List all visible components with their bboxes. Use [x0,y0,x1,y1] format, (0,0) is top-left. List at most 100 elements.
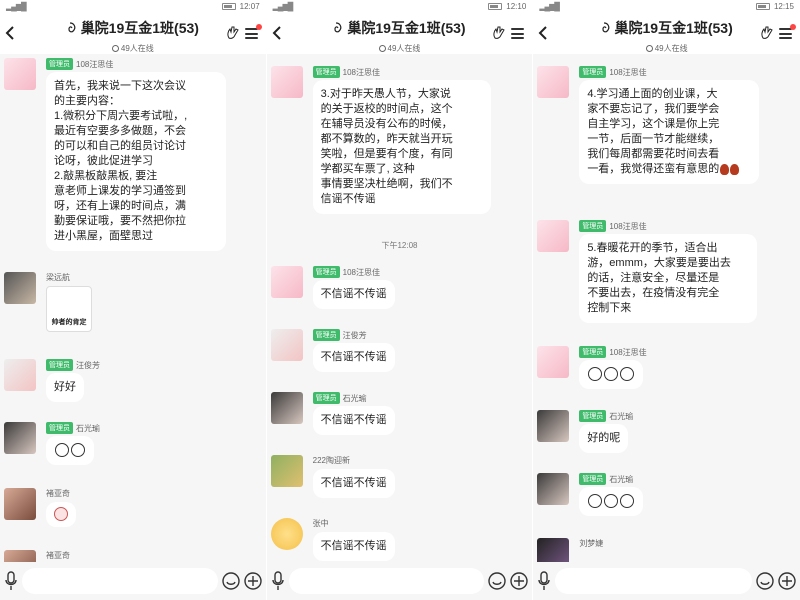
online-count: 49人在线 [378,43,420,54]
avatar[interactable] [537,538,570,562]
sender-name: 汪俊芳 [342,330,367,340]
sender-name: 108汪思佳 [609,221,647,231]
sticker-bubble[interactable] [46,502,76,527]
notification-dot [255,24,262,30]
online-icon [645,45,653,52]
online-icon [111,45,119,52]
message-bubble[interactable]: 不信谣不传谣 [312,343,395,372]
sender-name: 石光瑜 [342,393,367,403]
status-bar: ▂▄▆█ 12:10 [266,0,533,12]
avatar[interactable] [270,329,303,361]
signal-icon: ▂▄▆█ [6,1,27,11]
message-bubble[interactable]: 好好 [46,373,84,402]
sender-name: 褚亚奇 [46,551,70,560]
smile-sticker-icon [55,443,69,458]
avatar[interactable] [4,550,36,562]
message-bubble[interactable]: 4.学习通上面的创业课，大 家不要忘记了，我们要学会 自主学习，这个课是你上完 … [579,80,760,184]
status-time: 12:07 [239,1,260,11]
avatar[interactable] [4,488,36,520]
menu-icon[interactable] [244,28,258,39]
sender-name: 梁远航 [46,273,70,282]
admin-badge: 管理员 [579,220,607,232]
admin-badge: 管理员 [312,392,340,404]
avatar[interactable] [537,66,570,98]
group-title[interactable]: 巢院19互金1班(53) [67,18,199,38]
emoji-icon[interactable] [488,572,507,590]
message-input[interactable] [288,568,485,594]
microphone-icon[interactable] [537,571,551,591]
group-title[interactable]: 巢院19互金1班(53) [601,18,733,38]
sticker-bubble[interactable] [579,360,644,389]
sender-name: 张中 [312,519,329,528]
hand-icon[interactable] [226,26,240,40]
sender-name: 褚亚奇 [46,489,70,498]
sender-name: 汪俊芳 [76,360,100,370]
group-title-text: 巢院19互金1班(53) [80,20,199,36]
smile-sticker-icon [604,367,619,382]
group-title[interactable]: 巢院19互金1班(53) [333,18,466,38]
admin-badge: 管理员 [579,410,607,422]
message-bubble[interactable]: 3.对于昨天愚人节，大家说 的关于返校的时间点，这个 在辅导员没有公布的时候， … [312,80,491,214]
group-icon [68,22,76,33]
chat-panel-3: ▂▄▆█ 12:15 巢院19互金1班(53) 49人在线 管理员108汪思佳 [533,0,800,600]
avatar[interactable] [270,392,303,424]
emoji-icon[interactable] [221,572,240,590]
chat-header: 巢院19互金1班(53) 49人在线 [266,12,533,54]
menu-icon[interactable] [778,28,792,39]
input-bar [266,562,533,600]
message-input[interactable] [555,568,752,594]
screenshot-collage: ▂▄▆█ 12:07 巢院19互金1班(53) 49人在线 管理员108汪思佳 [0,0,800,600]
avatar[interactable] [270,266,303,298]
chat-panel-1: ▂▄▆█ 12:07 巢院19互金1班(53) 49人在线 管理员108汪思佳 [0,0,267,600]
hand-icon[interactable] [492,26,506,40]
avatar[interactable] [4,272,36,304]
status-bar: ▂▄▆█ 12:15 [533,0,800,12]
status-time: 12:15 [773,1,794,11]
message-bubble[interactable]: 5.春暖花开的季节，适合出 游，emmm，大家要是要出去 的话，注意安全，尽量还… [579,234,758,323]
sticker-bubble[interactable] [46,436,94,465]
message-bubble[interactable]: 好的呢 [579,424,629,453]
sticker-image[interactable]: 帅者的肯定 [46,286,92,332]
avatar[interactable] [270,66,303,98]
avatar[interactable] [537,220,570,252]
add-icon[interactable] [778,572,796,590]
crying-sticker-icon [54,507,68,522]
avatar[interactable] [4,422,36,454]
message-list[interactable]: 管理员 108汪思佳 4.学习通上面的创业课，大 家不要忘记了，我们要学会 自主学… [533,54,800,562]
avatar[interactable] [537,410,570,442]
microphone-icon[interactable] [271,571,285,591]
avatar[interactable] [537,473,570,505]
avatar[interactable] [270,455,303,487]
status-bar: ▂▄▆█ 12:07 [0,0,266,12]
avatar[interactable] [4,359,36,391]
admin-badge: 管理员 [46,422,73,434]
message-bubble[interactable]: 首先，我来说一下这次会议 的主要内容： 1.微积分下周六要考试啦，, 最近有空要… [46,72,226,251]
microphone-icon[interactable] [4,571,18,591]
message-bubble[interactable]: 不信谣不传谣 [312,280,395,309]
message-bubble[interactable]: 不信谣不传谣 [312,532,395,561]
emoji-icon[interactable] [756,572,774,590]
admin-badge: 管理员 [579,66,607,78]
chat-panel-2: ▂▄▆█ 12:10 巢院19互金1班(53) 49人在线 管理员 108汪思佳 … [266,0,534,600]
avatar[interactable] [537,346,570,378]
smile-sticker-icon [620,494,635,509]
menu-icon[interactable] [511,28,525,39]
message-input[interactable] [22,568,218,594]
add-icon[interactable] [243,572,262,590]
time-separator: 下午12:08 [381,241,418,250]
input-bar [0,562,266,600]
message-list[interactable]: 管理员 108汪思佳 首先，我来说一下这次会议 的主要内容： 1.微积分下周六要考… [0,54,266,562]
message-bubble[interactable]: 不信谣不传谣 [312,469,395,498]
add-icon[interactable] [510,572,529,590]
status-time: 12:10 [506,1,527,11]
message-bubble[interactable]: 不信谣不传谣 [312,406,395,435]
avatar[interactable] [4,58,36,90]
sender-name: 108汪思佳 [609,347,647,357]
sender-name: 石光瑜 [609,411,634,421]
signal-icon: ▂▄▆█ [272,1,294,11]
hand-icon[interactable] [760,26,774,40]
admin-badge: 管理员 [312,66,340,78]
avatar[interactable] [270,518,303,550]
message-list[interactable]: 管理员 108汪思佳 3.对于昨天愚人节，大家说 的关于返校的时间点，这个 在辅导… [267,54,533,562]
sticker-bubble[interactable] [579,487,644,516]
